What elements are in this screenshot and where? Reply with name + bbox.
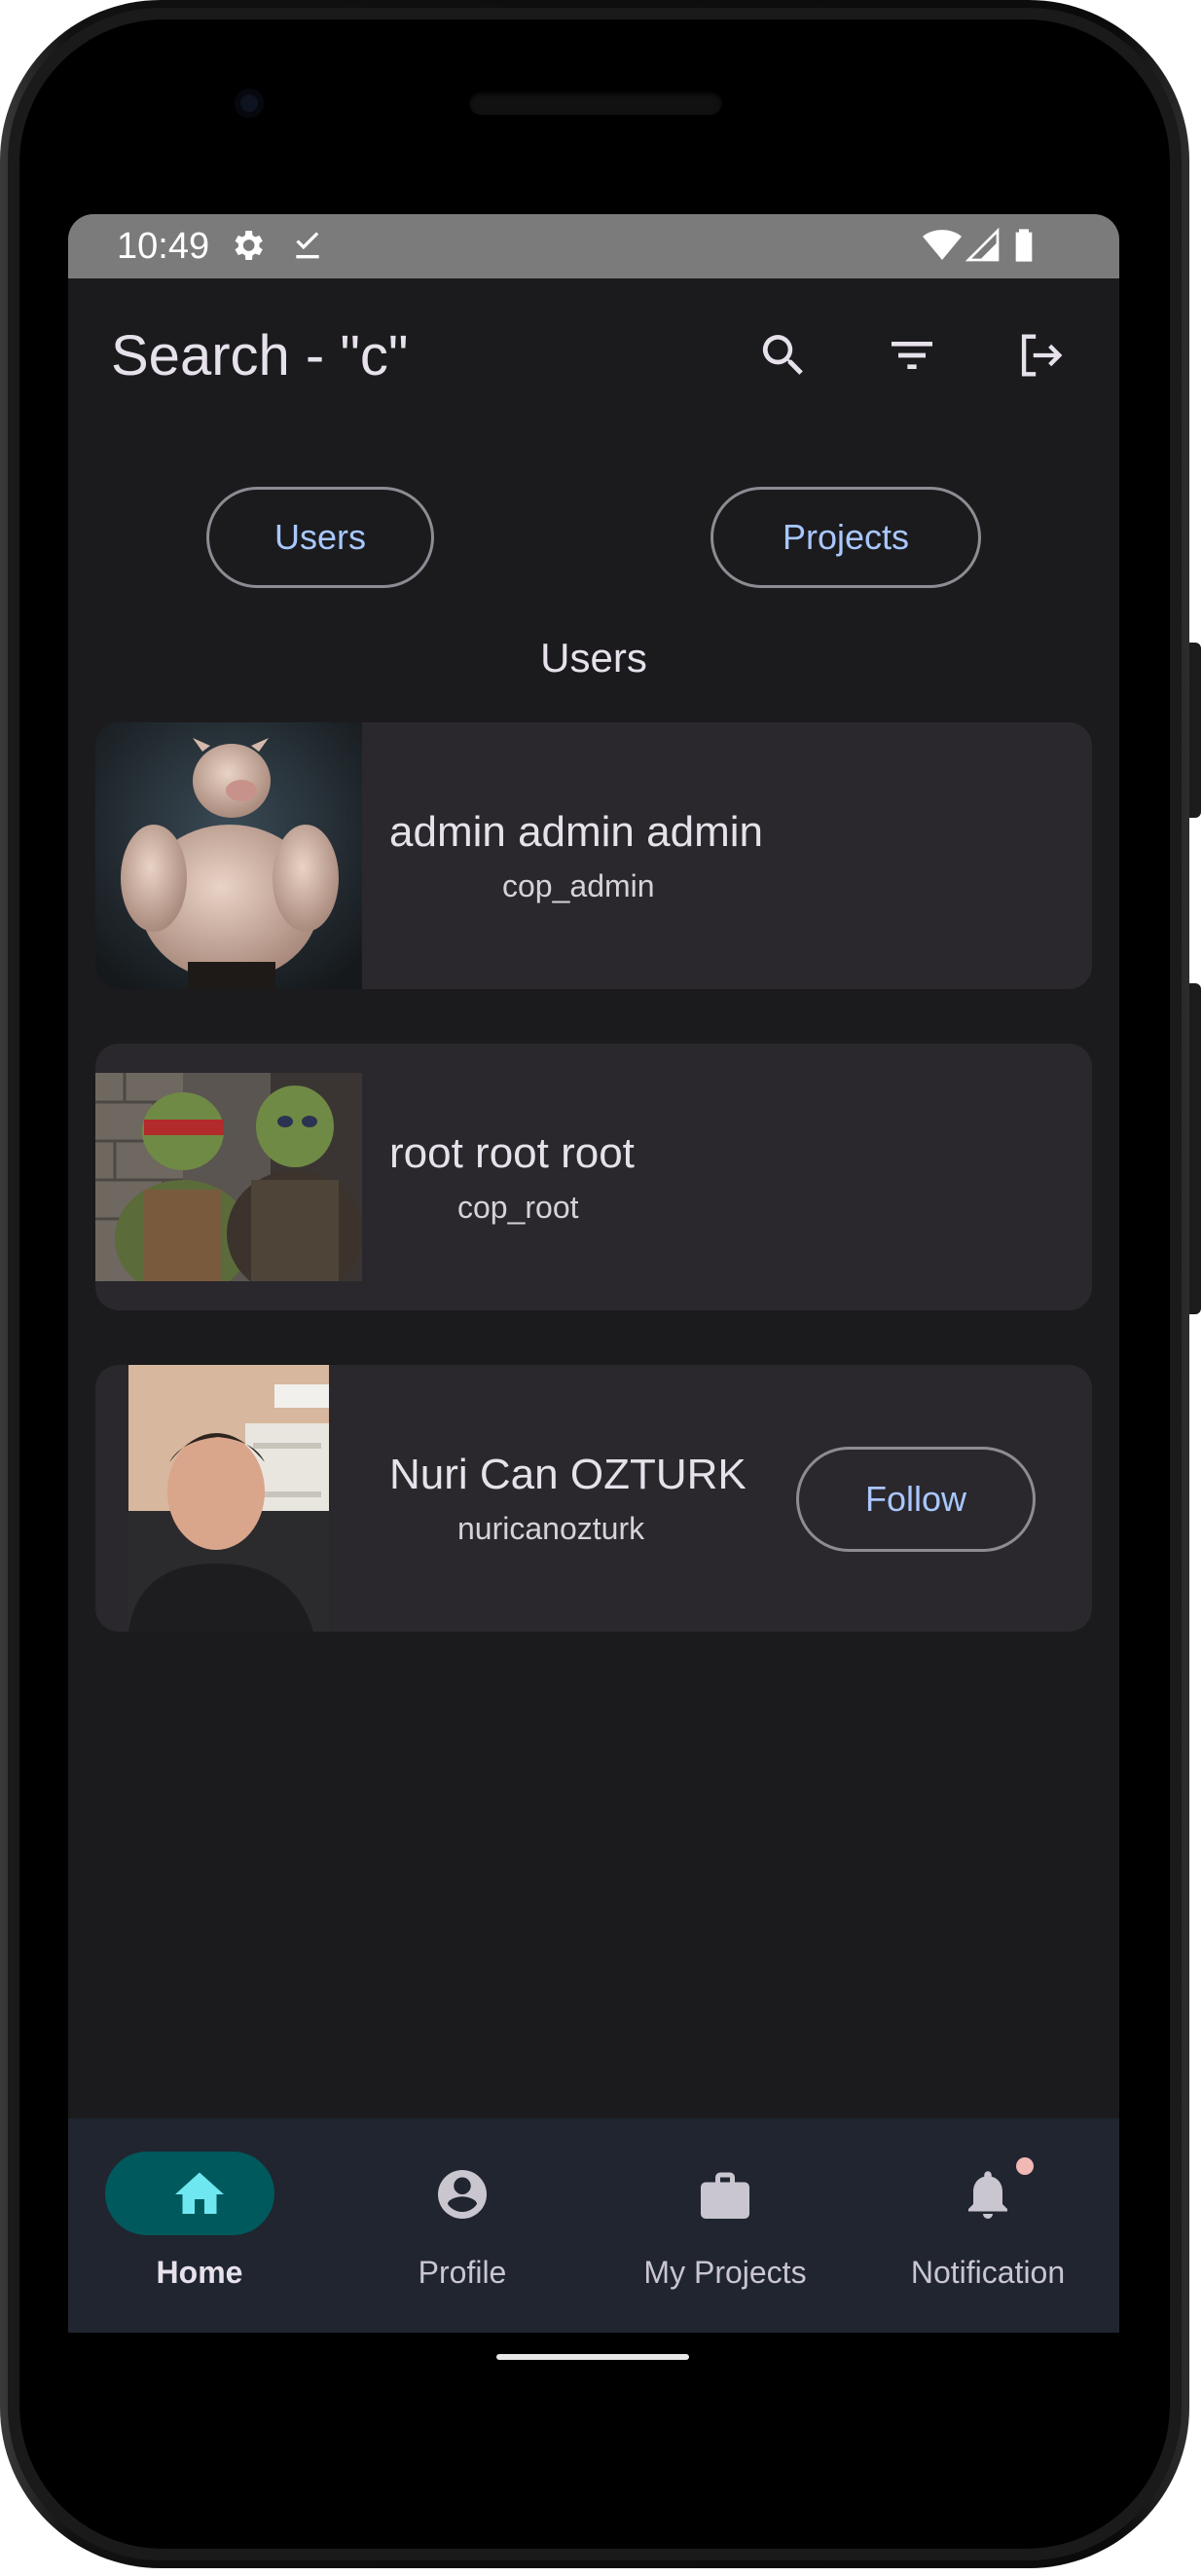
nav-label-my-projects: My Projects bbox=[643, 2255, 807, 2290]
user-avatar bbox=[95, 722, 362, 989]
tab-users[interactable]: Users bbox=[206, 487, 434, 588]
app-screen: 10:49 Search - "c" Users Projects Users … bbox=[68, 214, 1119, 2333]
briefcase-icon bbox=[701, 2172, 749, 2219]
user-name: root root root bbox=[389, 1129, 635, 1177]
follow-button[interactable]: Follow bbox=[796, 1447, 1036, 1552]
logout-button[interactable] bbox=[1006, 321, 1075, 389]
bell-icon bbox=[968, 2171, 1007, 2219]
account-circle-icon bbox=[438, 2170, 487, 2219]
filter-button[interactable] bbox=[878, 321, 946, 389]
user-name: Nuri Can OZTURK bbox=[389, 1451, 747, 1498]
user-handle: cop_root bbox=[457, 1190, 579, 1225]
nav-label-notification: Notification bbox=[910, 2255, 1066, 2290]
nav-item-notification[interactable]: Notification bbox=[856, 2118, 1119, 2333]
bottom-navigation: Home Profile My Projects Notification bbox=[68, 2118, 1119, 2333]
user-avatar bbox=[95, 1073, 362, 1281]
status-time: 10:49 bbox=[117, 226, 210, 267]
nav-item-home[interactable]: Home bbox=[68, 2118, 331, 2333]
search-button[interactable] bbox=[749, 321, 818, 389]
nav-label-home: Home bbox=[156, 2255, 243, 2290]
wifi-icon bbox=[923, 230, 962, 260]
user-card[interactable]: Nuri Can OZTURK nuricanozturk Follow bbox=[95, 1365, 1092, 1632]
nav-item-profile[interactable]: Profile bbox=[331, 2118, 594, 2333]
user-handle: nuricanozturk bbox=[457, 1511, 645, 1546]
user-name: admin admin admin bbox=[389, 808, 763, 856]
power-button bbox=[1189, 643, 1201, 818]
download-done-icon bbox=[296, 232, 319, 259]
status-bar: 10:49 bbox=[68, 214, 1119, 278]
user-card[interactable]: admin admin admin cop_admin bbox=[95, 722, 1092, 989]
page-title: Search - "c" bbox=[111, 324, 409, 387]
home-indicator[interactable] bbox=[496, 2354, 689, 2360]
nav-item-my-projects[interactable]: My Projects bbox=[594, 2118, 856, 2333]
earpiece-speaker bbox=[469, 92, 722, 115]
notification-badge bbox=[1016, 2157, 1034, 2175]
front-camera bbox=[235, 89, 264, 118]
tab-projects[interactable]: Projects bbox=[710, 487, 981, 588]
signal-icon bbox=[965, 227, 1000, 262]
user-card[interactable]: root root root cop_root bbox=[95, 1044, 1092, 1310]
logout-icon bbox=[1021, 334, 1063, 377]
search-icon bbox=[762, 335, 803, 375]
section-title: Users bbox=[540, 635, 647, 681]
filter-icon bbox=[892, 342, 932, 369]
user-handle: cop_admin bbox=[502, 868, 655, 903]
home-icon bbox=[175, 2172, 224, 2214]
nav-label-profile: Profile bbox=[418, 2255, 507, 2290]
volume-button bbox=[1189, 983, 1201, 1314]
user-avatar bbox=[128, 1365, 329, 1632]
settings-icon bbox=[235, 231, 263, 260]
battery-icon bbox=[1015, 229, 1033, 262]
